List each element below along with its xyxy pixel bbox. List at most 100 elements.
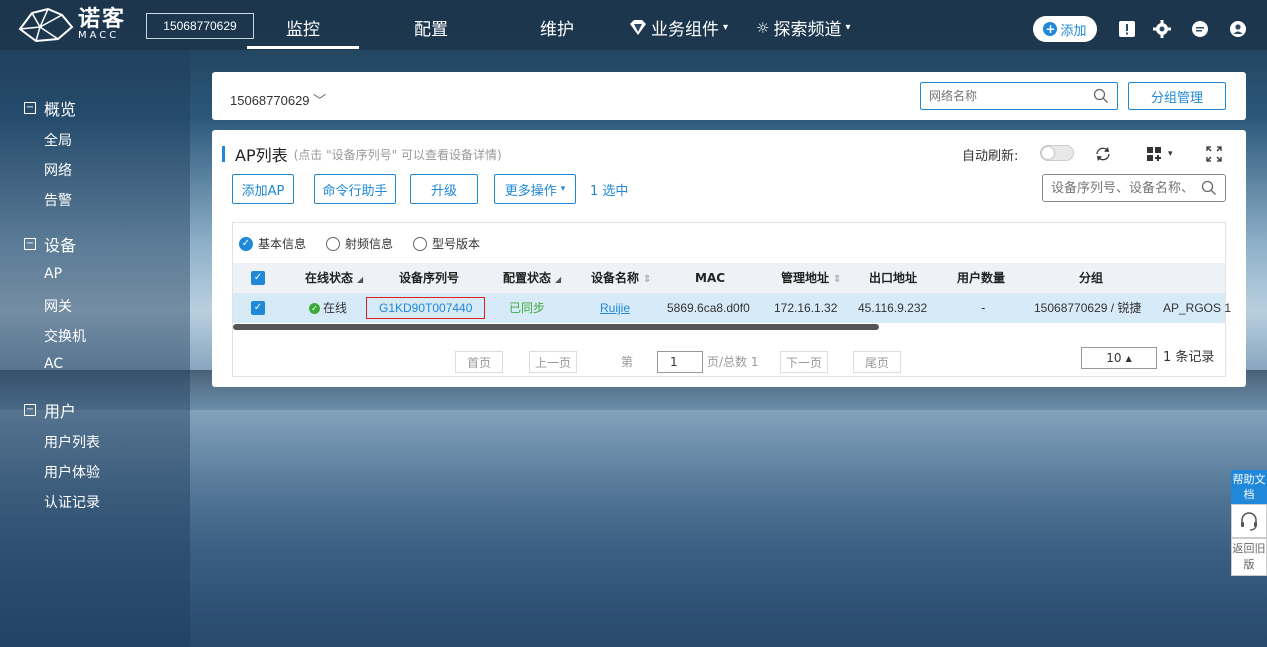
ap-table: ✓ 基本信息 射频信息 型号版本 ✓ 在线状态 ◢ 设备序列号 配置状态 ◢ 设备名… bbox=[232, 222, 1231, 377]
group-manage-button[interactable]: 分组管理 bbox=[1128, 82, 1226, 110]
first-page-button[interactable]: 首页 bbox=[455, 351, 503, 373]
column-mac[interactable]: MAC bbox=[695, 263, 725, 293]
serial-link[interactable]: G1KD90T007440 bbox=[366, 297, 486, 319]
column-config-status[interactable]: 配置状态 ◢ bbox=[503, 263, 561, 293]
sidebar-section-users[interactable]: − 用户 bbox=[24, 398, 76, 422]
horizontal-scrollbar[interactable] bbox=[233, 324, 879, 330]
customer-service-button[interactable] bbox=[1231, 504, 1267, 538]
page-input[interactable]: 1 bbox=[657, 351, 703, 373]
sidebar-item-user-list[interactable]: 用户列表 bbox=[44, 432, 100, 452]
column-user-count[interactable]: 用户数量 bbox=[957, 263, 1005, 293]
record-count: 1 条记录 bbox=[1163, 350, 1215, 365]
column-label: 在线状态 bbox=[305, 271, 354, 285]
page-total: 页/总数 1 bbox=[707, 355, 759, 369]
search-icon[interactable] bbox=[1201, 180, 1217, 196]
diamond-icon bbox=[630, 19, 646, 35]
sidebar-section-overview[interactable]: − 概览 bbox=[24, 96, 76, 120]
radio-icon bbox=[413, 236, 428, 251]
add-button[interactable]: + 添加 bbox=[1033, 16, 1097, 42]
back-to-old-version-button[interactable]: 返回旧版 bbox=[1231, 538, 1267, 576]
online-status-text: 在线 bbox=[323, 301, 348, 315]
collapse-icon: − bbox=[24, 102, 36, 114]
network-search-input[interactable] bbox=[921, 83, 1081, 109]
upgrade-button[interactable]: 升级 bbox=[410, 174, 478, 204]
sort-icon: ⇕ bbox=[833, 274, 842, 285]
collapse-icon: − bbox=[24, 404, 36, 416]
device-search bbox=[1042, 174, 1226, 202]
sidebar-section-label: 设备 bbox=[44, 236, 77, 255]
nav-business-components[interactable]: 业务组件 ▾ bbox=[629, 15, 728, 40]
nav-active-indicator bbox=[247, 46, 359, 49]
column-device-name[interactable]: 设备名称 ⇕ bbox=[591, 263, 651, 293]
sidebar-section-devices[interactable]: − 设备 bbox=[24, 232, 76, 256]
column-label: 设备名称 bbox=[591, 271, 640, 285]
next-page-button[interactable]: 下一页 bbox=[780, 351, 828, 373]
macc-logo-icon bbox=[18, 7, 74, 43]
sidebar-item-network[interactable]: 网络 bbox=[44, 160, 72, 180]
help-docs-button[interactable]: 帮助文档 bbox=[1231, 470, 1267, 504]
floating-help: 帮助文档 返回旧版 bbox=[1231, 470, 1267, 576]
device-name-link[interactable]: Ruijie bbox=[600, 293, 630, 323]
nav-explore-channel[interactable]: ☼ 探索频道 ▾ bbox=[756, 15, 851, 41]
select-all-checkbox[interactable]: ✓ bbox=[251, 271, 265, 285]
check-icon: ✓ bbox=[239, 236, 253, 251]
sidebar-item-alarm[interactable]: 告警 bbox=[44, 190, 72, 210]
brand-name: 诺客 bbox=[78, 7, 127, 32]
search-icon[interactable] bbox=[1093, 88, 1109, 104]
column-mgmt-ip[interactable]: 管理地址 ⇕ bbox=[781, 263, 841, 293]
column-serial[interactable]: 设备序列号 bbox=[399, 263, 459, 293]
account-dropdown[interactable]: 15068770629 ﹀ bbox=[230, 90, 326, 109]
tab-model-version[interactable]: 型号版本 bbox=[413, 235, 480, 252]
nav-explore-label: 探索频道 bbox=[773, 20, 842, 40]
device-search-input[interactable] bbox=[1043, 175, 1201, 201]
prev-page-button[interactable]: 上一页 bbox=[529, 351, 577, 373]
account-selector[interactable]: 15068770629 bbox=[146, 13, 254, 39]
column-online-status[interactable]: 在线状态 ◢ bbox=[305, 263, 363, 293]
mac-cell: 5869.6ca8.d0f0 bbox=[667, 301, 750, 315]
egress-ip-cell: 45.116.9.232 bbox=[858, 301, 928, 315]
sidebar-item-ac[interactable]: AC bbox=[44, 356, 63, 372]
sidebar-section-label: 用户 bbox=[44, 402, 77, 421]
add-ap-button[interactable]: 添加AP bbox=[232, 174, 294, 204]
sidebar-item-global[interactable]: 全局 bbox=[44, 130, 72, 150]
more-actions-button[interactable]: 更多操作 ▾ bbox=[494, 174, 576, 204]
sidebar-item-user-experience[interactable]: 用户体验 bbox=[44, 462, 100, 482]
column-settings-dropdown[interactable]: ▾ bbox=[1146, 146, 1173, 162]
user-icon[interactable] bbox=[1229, 20, 1247, 38]
auto-refresh-toggle[interactable] bbox=[1040, 145, 1074, 161]
fullscreen-icon[interactable] bbox=[1206, 146, 1222, 162]
column-group[interactable]: 分组 bbox=[1079, 263, 1103, 293]
column-egress-ip[interactable]: 出口地址 bbox=[869, 263, 917, 293]
config-status-cell: 已同步 bbox=[509, 301, 546, 315]
sort-icon: ◢ bbox=[357, 275, 364, 284]
user-count-cell: - bbox=[981, 301, 986, 315]
sidebar-item-gateway[interactable]: 网关 bbox=[44, 296, 72, 316]
tab-label: 基本信息 bbox=[258, 237, 307, 251]
column-label: 管理地址 bbox=[781, 271, 830, 285]
nav-monitor[interactable]: 监控 bbox=[286, 15, 320, 40]
nav-config[interactable]: 配置 bbox=[414, 15, 448, 40]
last-page-button[interactable]: 尾页 bbox=[853, 351, 901, 373]
sidebar-item-switch[interactable]: 交换机 bbox=[44, 326, 86, 346]
ap-list-header: AP列表 (点击 "设备序列号" 可以查看设备详情) bbox=[222, 142, 502, 166]
serial-cell: G1KD90T007440 bbox=[366, 293, 486, 323]
sidebar-item-ap[interactable]: AP bbox=[44, 266, 62, 282]
alert-icon[interactable] bbox=[1118, 20, 1136, 38]
tab-basic-info[interactable]: ✓ 基本信息 bbox=[239, 235, 306, 252]
ap-list-hint: (点击 "设备序列号" 可以查看设备详情) bbox=[293, 147, 502, 162]
page-size-select[interactable]: 10 ▲ bbox=[1081, 347, 1157, 369]
radio-icon bbox=[326, 236, 341, 251]
sidebar-item-auth-records[interactable]: 认证记录 bbox=[44, 492, 100, 512]
sidebar-section-label: 概览 bbox=[44, 100, 77, 119]
nav-maintain[interactable]: 维护 bbox=[540, 15, 574, 40]
chat-icon[interactable] bbox=[1191, 20, 1209, 38]
table-row[interactable]: ✓ ✓ 在线 G1KD90T007440 已同步 Ruijie 5869.6ca… bbox=[233, 293, 1231, 323]
refresh-icon[interactable] bbox=[1094, 145, 1112, 163]
chevron-down-icon: ▾ bbox=[845, 22, 851, 33]
tab-radio-info[interactable]: 射频信息 bbox=[326, 235, 393, 252]
online-check-icon: ✓ bbox=[309, 302, 320, 314]
gear-icon[interactable] bbox=[1153, 20, 1171, 38]
chevron-up-icon: ▲ bbox=[1125, 353, 1132, 363]
cli-helper-button[interactable]: 命令行助手 bbox=[314, 174, 396, 204]
row-checkbox[interactable]: ✓ bbox=[251, 301, 265, 315]
